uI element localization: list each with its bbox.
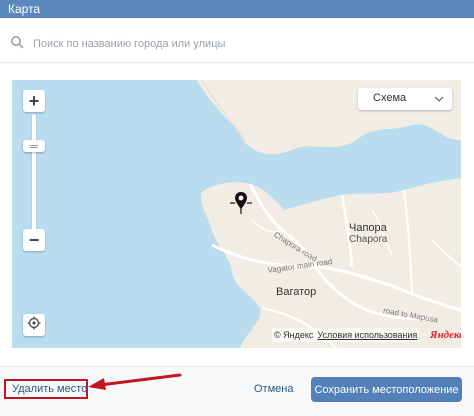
zoom-in-button[interactable]: + bbox=[23, 90, 45, 112]
annotation-arrow-icon bbox=[88, 373, 182, 390]
location-pin-icon[interactable] bbox=[228, 190, 254, 221]
search-input[interactable] bbox=[33, 34, 453, 54]
window-title: Карта bbox=[0, 0, 474, 18]
zoom-out-button[interactable]: − bbox=[23, 229, 45, 251]
zoom-slider-track[interactable] bbox=[32, 114, 36, 230]
search-icon bbox=[10, 35, 24, 54]
geolocation-button[interactable] bbox=[23, 314, 45, 336]
map-layer-label: Схема bbox=[373, 92, 407, 104]
city-label-chapora-en: Chapora bbox=[349, 234, 388, 245]
terms-of-use-link[interactable]: Условия использования bbox=[317, 330, 417, 340]
search-divider bbox=[0, 62, 474, 63]
yandex-logo: Яндекс bbox=[430, 329, 461, 341]
delete-place-link[interactable]: Удалить место bbox=[4, 379, 88, 399]
search-bar bbox=[0, 27, 474, 61]
crosshair-icon bbox=[27, 316, 41, 335]
chevron-down-icon bbox=[434, 94, 444, 106]
save-location-button[interactable]: Сохранить местоположение bbox=[311, 377, 462, 402]
map-layer-select[interactable]: Схема bbox=[358, 88, 452, 110]
zoom-slider-handle[interactable] bbox=[23, 140, 45, 152]
cancel-button[interactable]: Отмена bbox=[254, 383, 293, 395]
attribution-copyright: © Яндекс bbox=[274, 330, 314, 340]
city-label-vagator: Вагатор bbox=[276, 286, 317, 298]
map-attribution: © Яндекс Условия использования bbox=[272, 328, 420, 342]
map-view[interactable]: + − Схема Чапора Chapora Вагатор Chapora… bbox=[12, 80, 461, 348]
city-label-chapora-ru: Чапора bbox=[349, 222, 387, 234]
